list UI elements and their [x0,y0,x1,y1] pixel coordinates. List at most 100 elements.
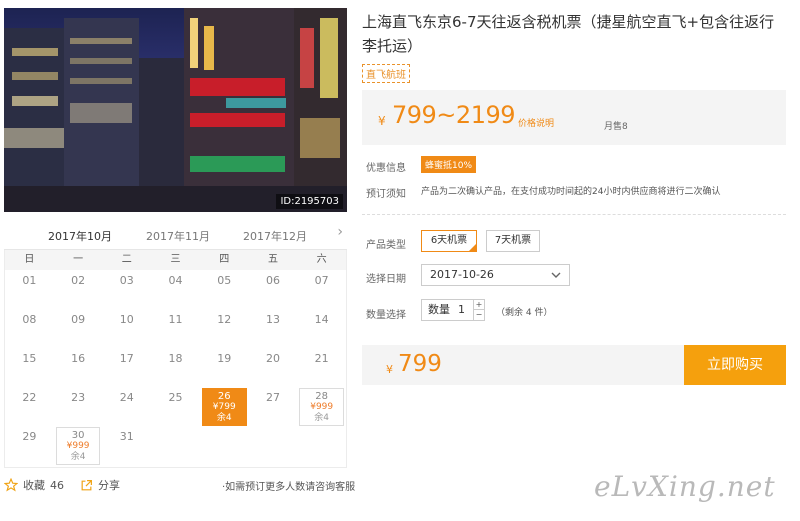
weekday-label: 日 [24,254,35,265]
calendar-day-available[interactable]: 28 ¥999 余4 [297,387,346,426]
monthly-sales: 月售8 [604,122,628,132]
calendar-day: 31 [102,426,151,465]
weekday-label: 三 [170,254,181,265]
date-select[interactable]: 2017-10-26 [421,264,570,286]
day-stock: 余4 [216,413,232,423]
star-icon [4,478,18,492]
day-number: 21 [314,352,329,365]
buy-now-button[interactable]: 立即购买 [684,345,786,385]
day-number: 19 [217,352,232,365]
calendar-day: 14 [297,309,346,348]
calendar-day: 25 [151,387,200,426]
tab-month-oct[interactable]: 2017年10月 [40,228,120,252]
day-number: 13 [265,313,280,326]
day-number: 20 [265,352,280,365]
tab-month-nov[interactable]: 2017年11月 [138,228,218,244]
calendar-week-row: 01 02 03 04 05 06 07 [5,270,346,309]
promo-label: 优惠信息 [366,163,406,174]
day-number: 14 [314,313,329,326]
calendar-day: 29 [5,426,54,465]
day-number: 27 [265,391,280,404]
calendar-day: 04 [151,270,200,309]
calendar-empty-cell [249,426,298,465]
calendar-day: 24 [102,387,151,426]
calendar-day: 09 [54,309,103,348]
qty-value[interactable]: 1 [458,300,465,320]
day-number: 28 [315,391,329,402]
notice-label: 预订须知 [366,189,406,200]
day-price: ¥999 [310,402,334,412]
day-number: 30 [71,430,85,441]
day-number: 24 [119,391,134,404]
calendar-day: 08 [5,309,54,348]
day-number: 31 [119,430,134,443]
share-icon [81,479,92,490]
calendar-empty-cell [297,426,346,465]
photo-id-label: ID:2195703 [276,194,343,209]
day-stock: 余4 [70,452,86,462]
day-number: 23 [71,391,86,404]
discount-badge: 蜂蜜抵10% [421,156,477,173]
weekday-label: 四 [219,254,230,265]
day-price: ¥799 [212,402,236,412]
calendar-day-selected[interactable]: 26 ¥799 余4 [200,387,249,426]
weekday-label: 五 [267,254,278,265]
notice-text: 产品为二次确认产品，在支付成功时间起的24小时内供应商将进行二次确认 [421,187,721,197]
calendar-day: 22 [5,387,54,426]
favorite-count: 46 [50,478,64,492]
calendar-day: 02 [54,270,103,309]
divider [362,214,786,215]
day-number: 05 [217,274,232,287]
chevron-right-icon[interactable]: › [337,224,343,240]
calendar-day: 23 [54,387,103,426]
tab-month-dec[interactable]: 2017年12月 [235,228,315,244]
day-stock: 余4 [314,413,330,423]
share-button[interactable]: 分享 [80,477,120,493]
day-number: 10 [119,313,134,326]
weekday-header: 日一二三四五六 [5,250,346,270]
weekday-label: 六 [316,254,327,265]
day-number: 01 [22,274,37,287]
type-option-6day[interactable]: 6天机票 [421,230,477,252]
favorite-label: 收藏 [23,479,45,492]
calendar-day: 17 [102,348,151,387]
calendar-day: 19 [200,348,249,387]
day-number: 22 [22,391,37,404]
date-label: 选择日期 [366,274,406,285]
calendar-week-row: 22 23 24 25 26 ¥799 余4 27 28 ¥999 余4 [5,387,346,426]
calendar-day-available[interactable]: 30 ¥999 余4 [54,426,103,465]
calendar-body: 01 02 03 04 05 06 07 08 09 10 11 12 13 14 15 16 17 18 19 20… [5,270,346,465]
favorite-button[interactable]: 收藏 46 [4,477,64,493]
month-tabs: 2017年10月 2017年11月 2017年12月 › [4,222,347,252]
city-night-illustration [4,8,347,212]
day-number: 02 [71,274,86,287]
day-number: 04 [168,274,183,287]
chevron-down-icon [551,265,561,293]
calendar-empty-cell [151,426,200,465]
final-currency: ¥ [386,363,393,376]
price-explain-link[interactable]: 价格说明 [518,116,554,129]
calendar-day: 07 [297,270,346,309]
calendar-week-row: 15 16 17 18 19 20 21 [5,348,346,387]
calendar-day: 15 [5,348,54,387]
calendar-week-row: 29 30 ¥999 余4 31 [5,426,346,465]
calendar-day: 12 [200,309,249,348]
currency-symbol: ¥ [378,114,386,128]
calendar-day: 18 [151,348,200,387]
price-panel: ¥ 799~2199 价格说明 月售8 [362,90,786,145]
calendar-week-row: 08 09 10 11 12 13 14 [5,309,346,348]
day-number: 12 [217,313,232,326]
qty-increase-button[interactable]: + [474,300,484,310]
calendar-grid: 日 一 二 三 四 五 六 01 02 03 04 05 06 07 08 09 10 11 12 13 14 15 16… [4,250,347,468]
qty-decrease-button[interactable]: − [474,310,484,320]
price-range: 799~2199 [392,101,516,129]
product-photo: ID:2195703 [4,8,347,212]
quantity-stepper: 数量 1 + − [421,299,485,321]
calendar-day: 11 [151,309,200,348]
contact-note: ·如需预订更多人数请咨询客服 [222,482,356,493]
calendar-day: 10 [102,309,151,348]
calendar-day: 16 [54,348,103,387]
type-option-7day[interactable]: 7天机票 [486,230,540,252]
qty-field-label: 数量 [428,303,450,316]
calendar-day: 13 [249,309,298,348]
